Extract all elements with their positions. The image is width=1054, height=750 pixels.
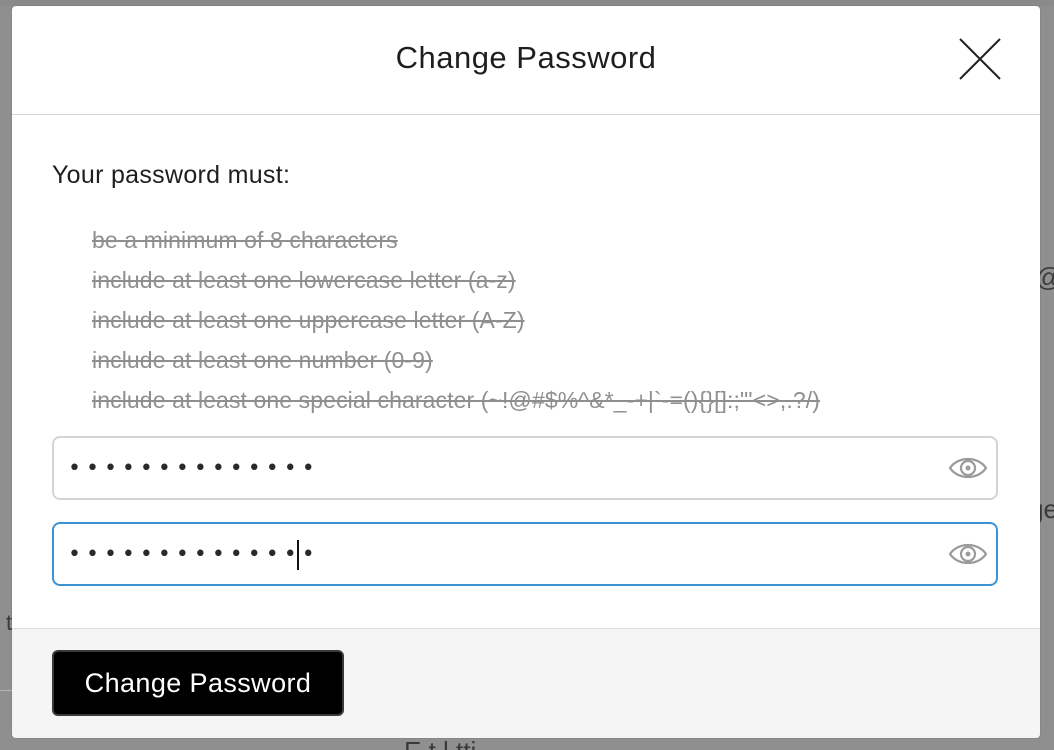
show-confirm-password-toggle[interactable] <box>948 538 988 570</box>
requirement-lowercase: include at least one lowercase letter (a… <box>92 267 516 293</box>
requirement-uppercase: include at least one uppercase letter (A… <box>92 307 525 333</box>
modal-footer: Change Password <box>12 628 1040 738</box>
change-password-modal: Change Password Your password must: be a… <box>12 6 1040 738</box>
background-divider <box>0 690 12 691</box>
confirm-password-input[interactable] <box>68 532 928 576</box>
modal-header: Change Password <box>12 6 1040 115</box>
modal-title: Change Password <box>395 40 657 75</box>
new-password-field[interactable] <box>52 436 998 500</box>
requirement-special-character: include at least one special character (… <box>92 387 820 413</box>
eye-icon <box>948 543 988 565</box>
modal-body: Your password must: be a minimum of 8 ch… <box>12 115 1040 627</box>
show-password-toggle[interactable] <box>948 452 988 484</box>
new-password-input[interactable] <box>68 446 928 490</box>
requirement-number: include at least one number (0-9) <box>92 347 433 373</box>
eye-icon <box>948 457 988 479</box>
password-requirements-heading: Your password must: <box>52 161 291 189</box>
close-icon <box>959 38 1001 80</box>
change-password-button[interactable]: Change Password <box>52 650 344 716</box>
background-text-fragment: E t l tti <box>404 736 476 750</box>
confirm-password-field[interactable] <box>52 522 998 586</box>
text-caret <box>297 540 299 570</box>
requirement-min-length: be a minimum of 8 characters <box>92 227 398 253</box>
close-button[interactable] <box>958 37 1002 81</box>
password-requirements-list: be a minimum of 8 characters include at … <box>92 220 820 420</box>
